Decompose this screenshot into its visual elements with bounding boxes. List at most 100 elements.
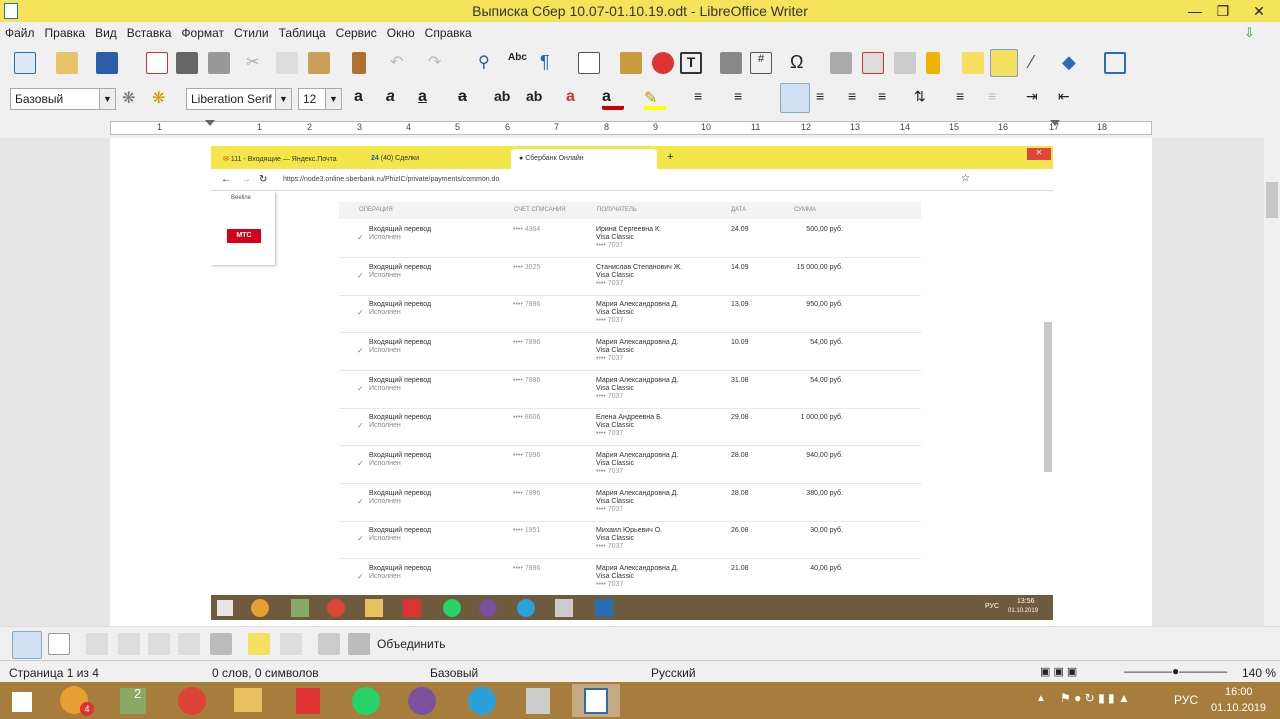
highlight-icon[interactable]: ✎ xyxy=(644,88,666,110)
update-icon[interactable]: ⇩ xyxy=(1244,25,1260,40)
insert-table-icon[interactable] xyxy=(578,52,600,74)
new-tab-icon[interactable]: + xyxy=(667,151,673,163)
show-changes-icon[interactable] xyxy=(48,633,70,655)
tray-language[interactable]: РУС xyxy=(985,603,999,610)
save-icon[interactable] xyxy=(96,52,118,74)
windows-start-icon[interactable] xyxy=(217,600,233,616)
print-preview-icon[interactable] xyxy=(208,52,230,74)
bitrix-icon[interactable] xyxy=(291,599,309,617)
numbering-icon[interactable]: ≡ xyxy=(734,88,756,110)
tray-icons[interactable]: ⚑ ● ↻ ▮ ▮ ▲ xyxy=(1060,691,1130,705)
vertical-scrollbar[interactable] xyxy=(1264,118,1280,626)
redo-icon[interactable]: ↷ xyxy=(428,52,450,74)
decrease-indent-icon[interactable]: ⇤ xyxy=(1058,88,1080,110)
view-layout-icon[interactable]: ▣ ▣ ▣ xyxy=(1040,665,1077,678)
spellcheck-icon[interactable]: Abc xyxy=(508,52,530,74)
footnote-icon[interactable] xyxy=(862,52,884,74)
taskbar-explorer[interactable] xyxy=(224,684,272,717)
update-style-icon[interactable]: ❋ xyxy=(122,88,144,110)
menu-insert[interactable]: Вставка xyxy=(122,22,177,40)
clone-formatting-icon[interactable] xyxy=(352,52,366,74)
find-replace-icon[interactable]: ⚲ xyxy=(478,52,500,74)
menu-window[interactable]: Окно xyxy=(382,22,420,40)
menu-format[interactable]: Формат xyxy=(176,22,229,40)
browser-tab-sberbank[interactable]: ● Сбербанк Онлайн xyxy=(511,149,657,169)
taskbar-whatsapp[interactable] xyxy=(342,684,390,717)
indent-marker-icon[interactable] xyxy=(205,120,215,126)
mts-logo[interactable]: МТС xyxy=(227,229,261,243)
word-count[interactable]: 0 слов, 0 символов xyxy=(212,666,319,680)
increase-paragraph-spacing-icon[interactable]: ≡ xyxy=(956,88,978,110)
telegram-icon[interactable] xyxy=(517,599,535,617)
whatsapp-icon[interactable] xyxy=(443,599,461,617)
align-center-icon[interactable]: ≡ xyxy=(816,88,838,110)
insert-comment-icon[interactable] xyxy=(248,633,270,655)
forward-icon[interactable]: → xyxy=(241,174,251,185)
menu-file[interactable]: Файл xyxy=(0,22,40,40)
table-row[interactable]: Входящий перевод ✓ Исполнен •••• 7896 Мария … xyxy=(339,485,921,522)
table-row[interactable]: Входящий перевод ✓ Исполнен •••• 3025 Станис… xyxy=(339,259,921,296)
chevron-down-icon[interactable]: ▼ xyxy=(325,89,341,109)
taskbar-network[interactable] xyxy=(514,684,562,717)
table-row[interactable]: Входящий перевод ✓ Исполнен •••• 7896 Мария … xyxy=(339,447,921,484)
table-row[interactable]: Входящий перевод ✓ Исполнен •••• 7896 Мария … xyxy=(339,296,921,333)
page-style[interactable]: Базовый xyxy=(430,666,478,680)
compare-icon[interactable] xyxy=(318,633,340,655)
table-row[interactable]: Входящий перевод ✓ Исполнен •••• 1951 Михаил… xyxy=(339,522,921,559)
insert-chart-icon[interactable] xyxy=(652,52,674,74)
taskbar-writer[interactable] xyxy=(572,684,620,717)
taskbar-telegram[interactable] xyxy=(458,684,506,717)
manage-changes-icon[interactable] xyxy=(210,633,232,655)
start-button[interactable] xyxy=(0,684,48,717)
page-count[interactable]: Страница 1 из 4 xyxy=(9,666,99,680)
clock-time[interactable]: 16:00 xyxy=(1225,686,1253,698)
language[interactable]: Русский xyxy=(651,666,696,680)
browser-tab-mail[interactable]: ✉ 111 - Входящие — Яндекс.Почта xyxy=(215,149,361,169)
chevron-down-icon[interactable]: ▼ xyxy=(275,89,291,109)
writer-icon[interactable] xyxy=(595,599,613,617)
align-left-button[interactable] xyxy=(780,83,810,113)
table-row[interactable]: Входящий перевод ✓ Исполнен •••• 7896 Мария … xyxy=(339,334,921,371)
font-color-icon[interactable]: a xyxy=(602,88,624,110)
underline-icon[interactable]: a xyxy=(418,88,440,110)
restore-button[interactable]: ❐ xyxy=(1206,0,1240,22)
zoom-slider[interactable]: ————●———— xyxy=(1124,664,1227,678)
taskbar-yandex[interactable]: 4 xyxy=(52,684,100,717)
browser-tab-deals[interactable]: 24 (40) Сделки xyxy=(363,149,509,169)
new-style-icon[interactable]: ❋ xyxy=(152,88,174,110)
record-changes-button[interactable] xyxy=(12,631,42,659)
next-change-icon[interactable] xyxy=(118,633,140,655)
align-right-icon[interactable]: ≡ xyxy=(848,88,870,110)
browser-close-icon[interactable]: ✕ xyxy=(1027,148,1051,160)
scroll-thumb[interactable] xyxy=(1266,182,1278,218)
table-row[interactable]: Входящий перевод ✓ Исполнен •••• 8606 Елена … xyxy=(339,409,921,446)
taskbar-app[interactable] xyxy=(284,684,332,717)
taskbar-bitrix[interactable]: 2 xyxy=(110,684,158,717)
menu-help[interactable]: Справка xyxy=(420,22,477,40)
bookmark-icon[interactable] xyxy=(926,52,940,74)
merge-button[interactable]: Объединить xyxy=(377,637,446,651)
bold-icon[interactable]: a xyxy=(354,88,376,110)
paragraph-style-select[interactable]: Базовый ▼ xyxy=(10,88,116,110)
line-icon[interactable]: ⁄ xyxy=(1030,52,1052,74)
increase-indent-icon[interactable]: ⇥ xyxy=(1026,88,1048,110)
bookmark-star-icon[interactable]: ☆ xyxy=(961,173,970,184)
table-row[interactable]: Входящий перевод ✓ Исполнен •••• 7896 Мария … xyxy=(339,372,921,409)
embedded-screenshot[interactable]: ✉ 111 - Входящие — Яндекс.Почта 24 (40) … xyxy=(211,146,1053,620)
special-character-icon[interactable]: Ω xyxy=(790,52,812,74)
embedded-scroll-thumb[interactable] xyxy=(1044,322,1052,472)
network-app-icon[interactable] xyxy=(555,599,573,617)
menu-styles[interactable]: Стили xyxy=(229,22,274,40)
clock-date[interactable]: 01.10.2019 xyxy=(1211,702,1266,714)
url-text[interactable]: https://node3.online.sberbank.ru/PhizIC/… xyxy=(283,176,499,183)
comment-icon[interactable] xyxy=(962,52,984,74)
language-indicator[interactable]: РУС xyxy=(1174,693,1198,707)
menu-tools[interactable]: Сервис xyxy=(331,22,382,40)
draw-functions-icon[interactable] xyxy=(1104,52,1126,74)
yandex-icon[interactable] xyxy=(251,599,269,617)
accept-change-icon[interactable] xyxy=(148,633,170,655)
tray-chevron-icon[interactable]: ▲ xyxy=(1036,693,1046,704)
bullets-icon[interactable]: ≡ xyxy=(694,88,716,110)
endnote-icon[interactable] xyxy=(894,52,916,74)
back-icon[interactable]: ← xyxy=(221,174,231,185)
